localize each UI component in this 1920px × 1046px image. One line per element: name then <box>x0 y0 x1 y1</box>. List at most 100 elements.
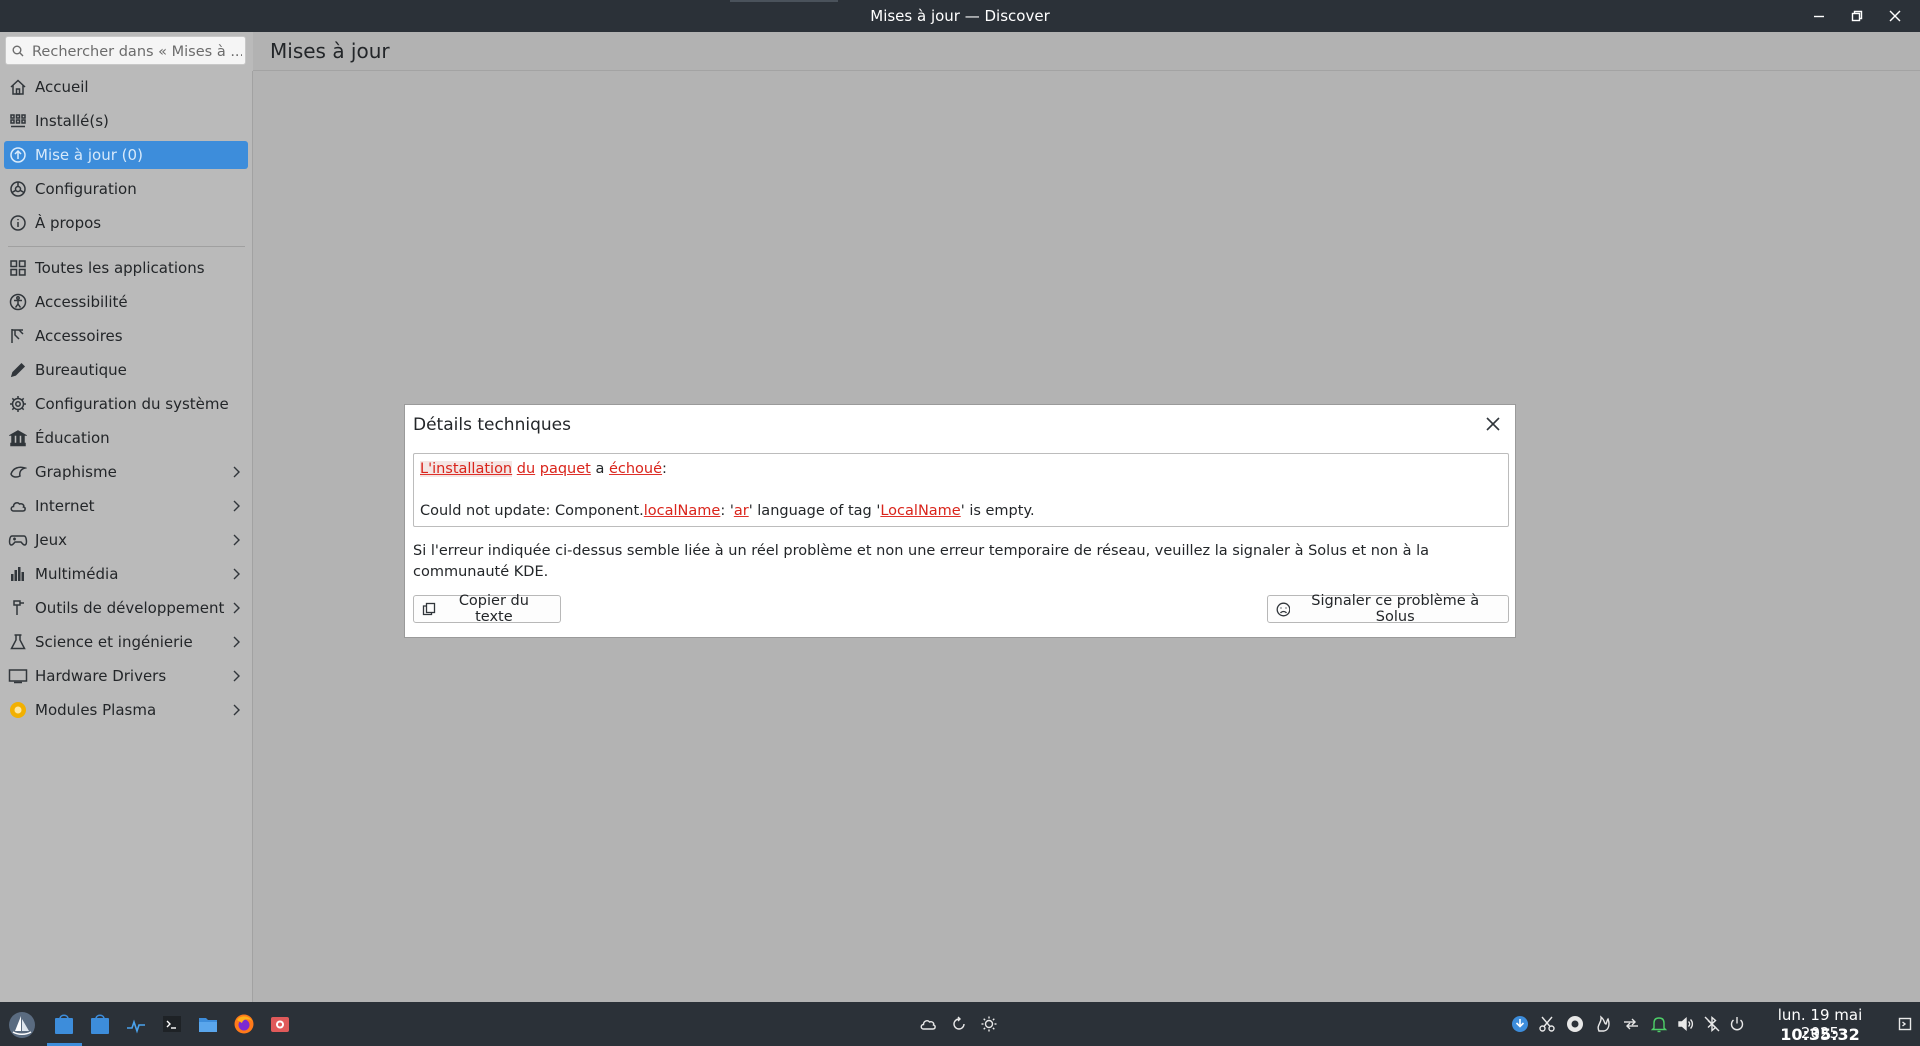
minimize-icon <box>1814 15 1824 18</box>
sidebar-item-updates[interactable]: Mise à jour (0) <box>4 141 248 169</box>
restore-icon <box>1851 10 1863 22</box>
sidebar-item-label: Accessoires <box>35 327 123 345</box>
taskbar-discover-2-button[interactable] <box>88 1012 112 1036</box>
tray-steam-button[interactable] <box>1566 1015 1584 1033</box>
sidebar-item-plasma-modules[interactable]: Modules Plasma <box>4 696 248 724</box>
window-titlebar[interactable]: Mises à jour — Discover <box>0 0 1920 32</box>
cloud-icon <box>8 496 28 516</box>
tray-volume-button[interactable] <box>1677 1015 1695 1033</box>
sidebar-item-label: Accueil <box>35 78 89 96</box>
tray-power-button[interactable] <box>1728 1015 1746 1033</box>
night-light-button[interactable] <box>950 1015 968 1033</box>
brightness-button[interactable] <box>980 1015 998 1033</box>
sidebar-item-home[interactable]: Accueil <box>4 73 248 101</box>
firefox-icon <box>234 1014 254 1034</box>
close-window-button[interactable] <box>1881 4 1909 28</box>
tray-kdeconnect-button[interactable] <box>1622 1015 1640 1033</box>
sidebar-item-configuration[interactable]: Configuration <box>4 175 248 203</box>
sidebar: Accueil Installé(s) Mise à jour (0) Conf… <box>0 32 253 1002</box>
search-icon <box>12 45 24 57</box>
page-title: Mises à jour <box>270 39 390 63</box>
flame-icon <box>1597 1015 1610 1032</box>
report-instructions: Si l'erreur indiquée ci-dessus semble li… <box>413 543 1430 580</box>
tray-notifications-button[interactable] <box>1650 1015 1668 1033</box>
taskbar-firefox-button[interactable] <box>232 1012 256 1036</box>
monitor-icon <box>8 666 28 686</box>
sidebar-item-all-apps[interactable]: Toutes les applications <box>4 254 248 282</box>
chevron-right-icon <box>230 601 242 619</box>
search-field[interactable] <box>5 36 246 65</box>
tray-scissors-button[interactable] <box>1538 1015 1556 1033</box>
error-colon: : <box>662 461 667 477</box>
terminal-icon <box>163 1016 181 1032</box>
sidebar-item-internet[interactable]: Internet <box>4 492 248 520</box>
error-word: a <box>595 461 605 477</box>
sidebar-item-system-settings[interactable]: Configuration du système <box>4 390 248 418</box>
sidebar-item-dev-tools[interactable]: Outils de développement <box>4 594 248 622</box>
error-summary: L'installation du paquet a échoué: <box>420 461 667 477</box>
copy-text-button[interactable]: Copier du texte <box>413 593 561 625</box>
chevron-right-icon <box>230 567 242 585</box>
pencil-icon <box>8 360 28 380</box>
tray-bluetooth-button[interactable] <box>1703 1015 1721 1033</box>
download-icon <box>1512 1016 1528 1032</box>
search-input[interactable] <box>30 40 244 63</box>
sidebar-separator <box>8 246 245 247</box>
minimize-button[interactable] <box>1805 4 1833 28</box>
sidebar-item-label: Outils de développement <box>35 599 225 617</box>
report-issue-button[interactable]: Signaler ce problème à Solus <box>1267 593 1509 625</box>
copy-icon <box>422 602 436 616</box>
error-text-part: : ' <box>720 503 734 519</box>
clock-time[interactable]: 10:35:32 <box>1760 1025 1880 1044</box>
sidebar-item-games[interactable]: Jeux <box>4 526 248 554</box>
page-header: Mises à jour <box>253 32 1920 71</box>
folder-icon <box>199 1018 217 1032</box>
sidebar-item-multimedia[interactable]: Multimédia <box>4 560 248 588</box>
misspelled-word: localName <box>643 503 721 519</box>
graphics-icon <box>8 462 28 482</box>
report-issue-label: Signaler ce problème à Solus <box>1311 593 1480 625</box>
sidebar-item-science[interactable]: Science et ingénierie <box>4 628 248 656</box>
sidebar-item-label: Jeux <box>35 531 68 549</box>
error-details-textarea[interactable]: L'installation du paquet a échoué: Could… <box>413 453 1509 527</box>
misspelled-word: L'installation <box>420 461 513 477</box>
accessories-icon <box>8 326 28 346</box>
sidebar-item-accessibility[interactable]: Accessibilité <box>4 288 248 316</box>
sidebar-item-installed[interactable]: Installé(s) <box>4 107 248 135</box>
sidebar-item-education[interactable]: Éducation <box>4 424 248 452</box>
sidebar-item-graphics[interactable]: Graphisme <box>4 458 248 486</box>
settings-icon <box>8 179 28 199</box>
sidebar-item-accessories[interactable]: Accessoires <box>4 322 248 350</box>
record-icon <box>1567 1016 1583 1032</box>
sidebar-item-about[interactable]: À propos <box>4 209 248 237</box>
show-desktop-button[interactable] <box>1896 1015 1914 1033</box>
app-launcher-button[interactable] <box>8 1011 36 1039</box>
sidebar-item-hardware-drivers[interactable]: Hardware Drivers <box>4 662 248 690</box>
solus-logo-icon <box>9 1012 35 1038</box>
system-settings-icon <box>8 394 28 414</box>
restore-button[interactable] <box>1843 4 1871 28</box>
sidebar-item-label: Installé(s) <box>35 112 109 130</box>
volume-icon <box>1678 1016 1694 1032</box>
sidebar-item-office[interactable]: Bureautique <box>4 356 248 384</box>
tray-updates-button[interactable] <box>1511 1015 1529 1033</box>
sidebar-item-label: Configuration <box>35 180 137 198</box>
close-icon <box>1889 10 1901 22</box>
taskbar-terminal-button[interactable] <box>160 1012 184 1036</box>
sidebar-item-label: Science et ingénierie <box>35 633 193 651</box>
taskbar-monitor-button[interactable] <box>124 1012 148 1036</box>
weather-button[interactable] <box>919 1015 937 1033</box>
taskbar: lun. 19 mai 2025 10:35:32 <box>0 1002 1920 1046</box>
taskbar-files-button[interactable] <box>196 1012 220 1036</box>
sidebar-item-label: Éducation <box>35 429 110 447</box>
cloud-icon <box>920 1020 936 1030</box>
dialog-close-button[interactable] <box>1481 412 1505 436</box>
taskbar-discover-button[interactable] <box>52 1012 76 1036</box>
camera-icon <box>271 1017 289 1032</box>
scissors-icon <box>1539 1016 1555 1032</box>
home-icon <box>8 77 28 97</box>
tray-flame-button[interactable] <box>1594 1015 1612 1033</box>
update-arrow-icon <box>8 145 28 165</box>
taskbar-screenshot-button[interactable] <box>268 1012 292 1036</box>
system-monitor-icon <box>127 1019 145 1034</box>
